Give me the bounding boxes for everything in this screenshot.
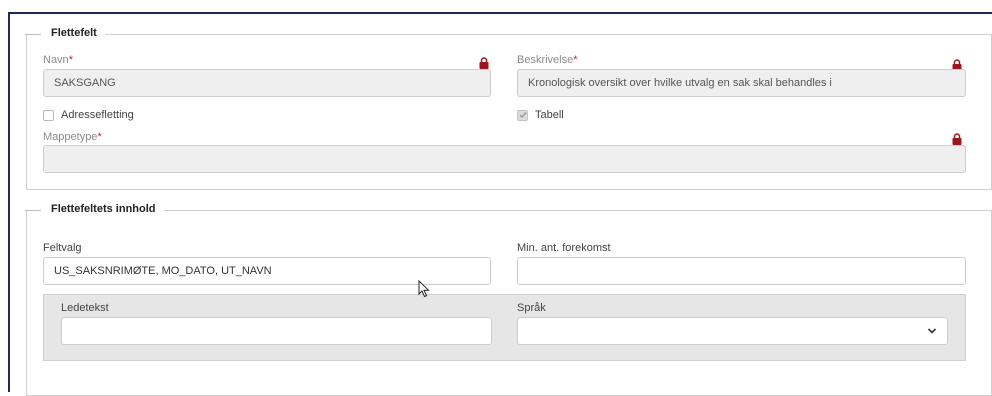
navn-field[interactable]: SAKSGANG	[43, 69, 491, 97]
form-frame: Flettefelt Navn* SAKSGANG Beskrivelse* K…	[8, 12, 992, 396]
ledetekst-label: Ledetekst	[61, 302, 109, 314]
navn-label: Navn*	[43, 54, 73, 66]
lock-icon	[952, 133, 962, 145]
chevron-down-icon	[927, 328, 937, 334]
min-forekomst-label: Min. ant. forekomst	[517, 242, 611, 254]
adressefletting-checkbox-row[interactable]: Adressefletting	[43, 109, 134, 121]
beskrivelse-label: Beskrivelse*	[517, 54, 578, 66]
min-forekomst-input[interactable]	[517, 257, 966, 285]
ledetekst-input[interactable]	[61, 317, 492, 345]
flettefelt-legend: Flettefelt	[25, 27, 105, 39]
beskrivelse-field[interactable]: Kronologisk oversikt over hvilke utvalg …	[517, 69, 966, 97]
tabell-checkbox-row[interactable]: Tabell	[517, 109, 564, 121]
flettefelt-group: Flettefelt Navn* SAKSGANG Beskrivelse* K…	[25, 27, 992, 190]
lock-icon	[479, 57, 489, 69]
feltvalg-label: Feltvalg	[43, 242, 82, 254]
ledetekst-sprak-panel: Ledetekst Språk	[43, 294, 966, 361]
mouse-pointer-icon	[418, 280, 430, 298]
tabell-checkbox[interactable]	[517, 109, 528, 121]
mappetype-field[interactable]	[43, 145, 966, 173]
adressefletting-checkbox[interactable]	[43, 109, 54, 121]
sprak-label: Språk	[517, 302, 546, 314]
mappetype-label: Mappetype*	[43, 131, 102, 143]
checkmark-icon	[519, 112, 527, 119]
sprak-select[interactable]	[517, 317, 948, 345]
innhold-group: Flettefeltets innhold Feltvalg US_SAKSNR…	[25, 203, 992, 396]
innhold-legend: Flettefeltets innhold	[25, 203, 164, 215]
